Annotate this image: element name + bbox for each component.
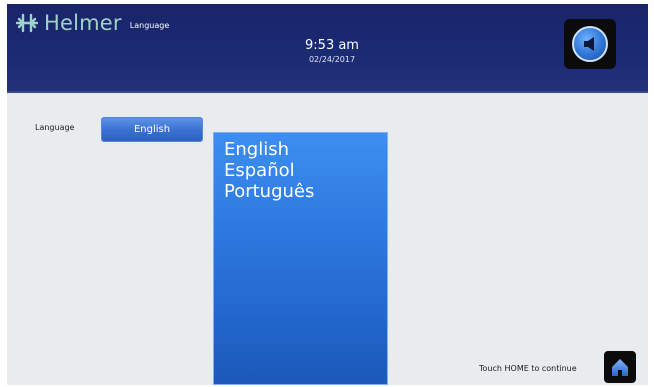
language-dropdown[interactable]: English [101, 117, 203, 142]
language-option-espanol[interactable]: Español [224, 160, 387, 181]
home-icon [612, 359, 628, 376]
header-bar: Helmer Language 9:53 am 02/24/2017 [7, 4, 648, 93]
device-screen: Helmer Language 9:53 am 02/24/2017 Langu… [7, 4, 648, 385]
clock-time: 9:53 am [305, 38, 359, 53]
language-option-list: English Español Português [213, 132, 388, 385]
language-option-english[interactable]: English [224, 139, 387, 160]
sound-button[interactable] [564, 19, 616, 69]
brand-name: Helmer [44, 11, 122, 35]
clock: 9:53 am 02/24/2017 [267, 38, 397, 66]
speaker-icon [572, 26, 608, 62]
continue-prompt: Touch HOME to continue [479, 364, 577, 373]
language-label: Language [35, 123, 75, 132]
clock-date: 02/24/2017 [308, 55, 356, 64]
home-button[interactable] [604, 351, 636, 383]
language-option-portugues[interactable]: Português [224, 181, 387, 202]
brand: Helmer Language [16, 12, 169, 34]
page-title: Language [129, 20, 170, 30]
helmer-logo-icon [16, 13, 38, 33]
